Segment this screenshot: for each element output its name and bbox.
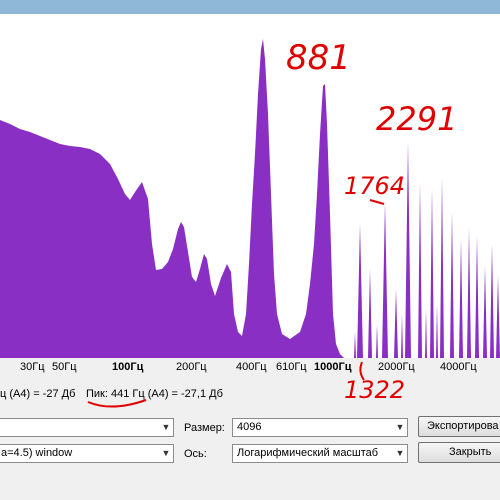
tick-label: 200Гц [176,361,207,373]
spectrum-plot[interactable] [0,14,500,359]
annotation-1322: 1322 [344,376,406,404]
function-select[interactable]: a=4.5) window ▼ [0,444,174,463]
frequency-axis: 0 30Гц 50Гц 100Гц 200Гц 400Гц 610Гц 1000… [0,358,500,380]
window-titlebar [0,0,500,15]
chevron-down-icon: ▼ [395,448,405,458]
peak-info-row: ц (A4) = -27 Дб Пик: 441 Гц (A4) = -27,1… [0,384,500,406]
tick-label: 100Гц [112,361,144,373]
tick-label: 2000Гц [378,361,415,373]
spectrum-area [0,39,344,358]
close-button[interactable]: Закрыть [418,442,500,463]
size-select[interactable]: 4096 ▼ [232,418,408,437]
tick-label: 610Гц [276,361,307,373]
annotation-2291: 2291 [376,100,458,138]
size-label: Размер: [184,422,225,434]
function-value: a=4.5) window [1,447,73,459]
peak-readout: Пик: 441 Гц (A4) = -27,1 Дб [86,388,223,400]
annotation-1764: 1764 [344,172,406,200]
chevron-down-icon: ▼ [161,422,171,432]
chevron-down-icon: ▼ [395,422,405,432]
algorithm-select[interactable]: ▼ [0,418,174,437]
cursor-readout: ц (A4) = -27 Дб [0,388,76,400]
chevron-down-icon: ▼ [161,448,171,458]
tick-label: 4000Гц [440,361,477,373]
tick-label: 50Гц [52,361,77,373]
size-value: 4096 [237,421,262,433]
spectrum-graph [0,39,500,358]
axis-select[interactable]: Логарифмический масштаб ▼ [232,444,408,463]
annotation-881: 881 [286,38,351,78]
axis-label: Ось: [184,448,207,460]
axis-value: Логарифмический масштаб [237,447,379,459]
tick-label: 1000Гц [314,361,352,373]
export-button-label: Экспортирова [427,420,499,432]
tick-label: 30Гц [20,361,45,373]
export-button[interactable]: Экспортирова [418,416,500,437]
tick-label: 400Гц [236,361,267,373]
close-button-label: Закрыть [449,446,492,458]
